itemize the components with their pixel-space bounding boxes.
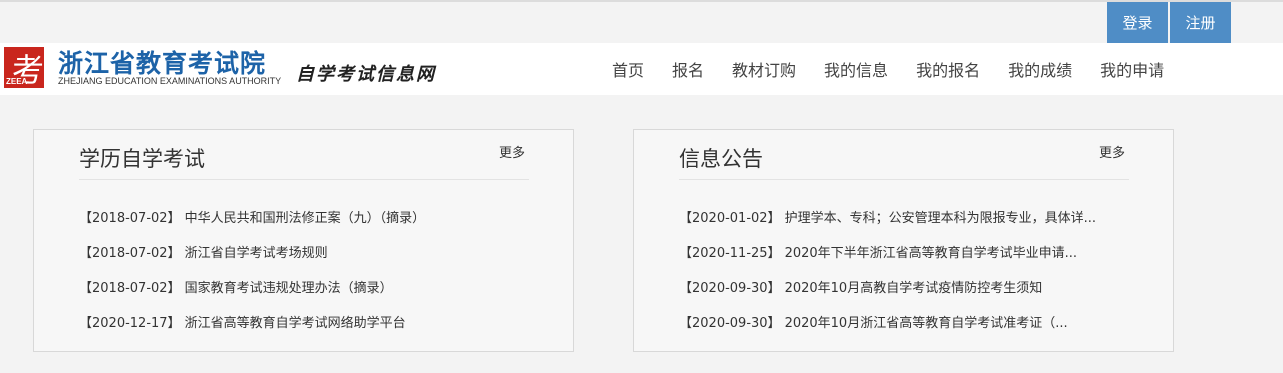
- item-title[interactable]: 国家教育考试违规处理办法（摘录）: [185, 281, 393, 296]
- list-item[interactable]: 【2018-07-02】 国家教育考试违规处理办法（摘录）: [79, 277, 425, 312]
- site-title[interactable]: 浙江省教育考试院: [58, 44, 266, 80]
- logo-abbr: ZEEA: [6, 77, 28, 86]
- list-item[interactable]: 【2020-09-30】 2020年10月浙江省高等教育自学考试准考证（...: [679, 312, 1096, 347]
- news-list: 【2018-07-02】 中华人民共和国刑法修正案（九）（摘录） 【2018-07…: [79, 207, 425, 347]
- zeea-logo-icon[interactable]: 考 ZEEA: [4, 47, 44, 89]
- item-date: 【2018-07-02】: [79, 211, 181, 226]
- item-title[interactable]: 护理学本、专科；公安管理本科为限报专业，具体详...: [785, 211, 1096, 226]
- item-title[interactable]: 2020年下半年浙江省高等教育自学考试毕业申请...: [785, 246, 1077, 261]
- item-title[interactable]: 2020年10月浙江省高等教育自学考试准考证（...: [785, 316, 1068, 331]
- list-item[interactable]: 【2020-11-25】 2020年下半年浙江省高等教育自学考试毕业申请...: [679, 242, 1096, 277]
- item-title[interactable]: 2020年10月高教自学考试疫情防控考生须知: [785, 281, 1043, 296]
- item-date: 【2018-07-02】: [79, 246, 181, 261]
- panel-self-study-exam: 学历自学考试 更多 【2018-07-02】 中华人民共和国刑法修正案（九）（摘录…: [33, 129, 574, 352]
- nav-register[interactable]: 报名: [672, 57, 704, 81]
- list-item[interactable]: 【2020-09-30】 2020年10月高教自学考试疫情防控考生须知: [679, 277, 1096, 312]
- nav-my-scores[interactable]: 我的成绩: [1008, 57, 1072, 81]
- nav-my-registration[interactable]: 我的报名: [916, 57, 980, 81]
- list-item[interactable]: 【2018-07-02】 中华人民共和国刑法修正案（九）（摘录）: [79, 207, 425, 242]
- nav-textbook-order[interactable]: 教材订购: [732, 57, 796, 81]
- site-tagline: 自学考试信息网: [296, 64, 436, 85]
- list-item[interactable]: 【2018-07-02】 浙江省自学考试考场规则: [79, 242, 425, 277]
- panel-title: 学历自学考试: [79, 147, 205, 171]
- main-nav: 首页 报名 教材订购 我的信息 我的报名 我的成绩 我的申请: [598, 43, 1178, 95]
- panel-announcements: 信息公告 更多 【2020-01-02】 护理学本、专科；公安管理本科为限报专业，…: [633, 129, 1174, 352]
- nav-my-info[interactable]: 我的信息: [824, 57, 888, 81]
- auth-bar: 登录 注册: [1107, 2, 1231, 43]
- register-button[interactable]: 注册: [1170, 2, 1231, 43]
- panel-divider: [679, 179, 1129, 180]
- news-list: 【2020-01-02】 护理学本、专科；公安管理本科为限报专业，具体详... 【…: [679, 207, 1096, 347]
- item-date: 【2020-12-17】: [79, 316, 181, 331]
- top-divider: [0, 0, 1283, 2]
- item-title[interactable]: 中华人民共和国刑法修正案（九）（摘录）: [185, 211, 426, 226]
- item-date: 【2020-09-30】: [679, 316, 781, 331]
- nav-home[interactable]: 首页: [612, 57, 644, 81]
- item-title[interactable]: 浙江省自学考试考场规则: [185, 246, 328, 261]
- site-subtitle: ZHEJIANG EDUCATION EXAMINATIONS AUTHORIT…: [58, 76, 282, 86]
- panel-title: 信息公告: [679, 147, 763, 171]
- item-title[interactable]: 浙江省高等教育自学考试网络助学平台: [185, 316, 406, 331]
- more-link[interactable]: 更多: [499, 142, 525, 161]
- nav-my-applications[interactable]: 我的申请: [1100, 57, 1164, 81]
- item-date: 【2020-01-02】: [679, 211, 781, 226]
- panel-divider: [79, 179, 529, 180]
- item-date: 【2018-07-02】: [79, 281, 181, 296]
- list-item[interactable]: 【2020-12-17】 浙江省高等教育自学考试网络助学平台: [79, 312, 425, 347]
- item-date: 【2020-09-30】: [679, 281, 781, 296]
- list-item[interactable]: 【2020-01-02】 护理学本、专科；公安管理本科为限报专业，具体详...: [679, 207, 1096, 242]
- site-header: 考 ZEEA 浙江省教育考试院 ZHEJIANG EDUCATION EXAMI…: [0, 43, 1283, 95]
- more-link[interactable]: 更多: [1099, 142, 1125, 161]
- login-button[interactable]: 登录: [1107, 2, 1168, 43]
- item-date: 【2020-11-25】: [679, 246, 781, 261]
